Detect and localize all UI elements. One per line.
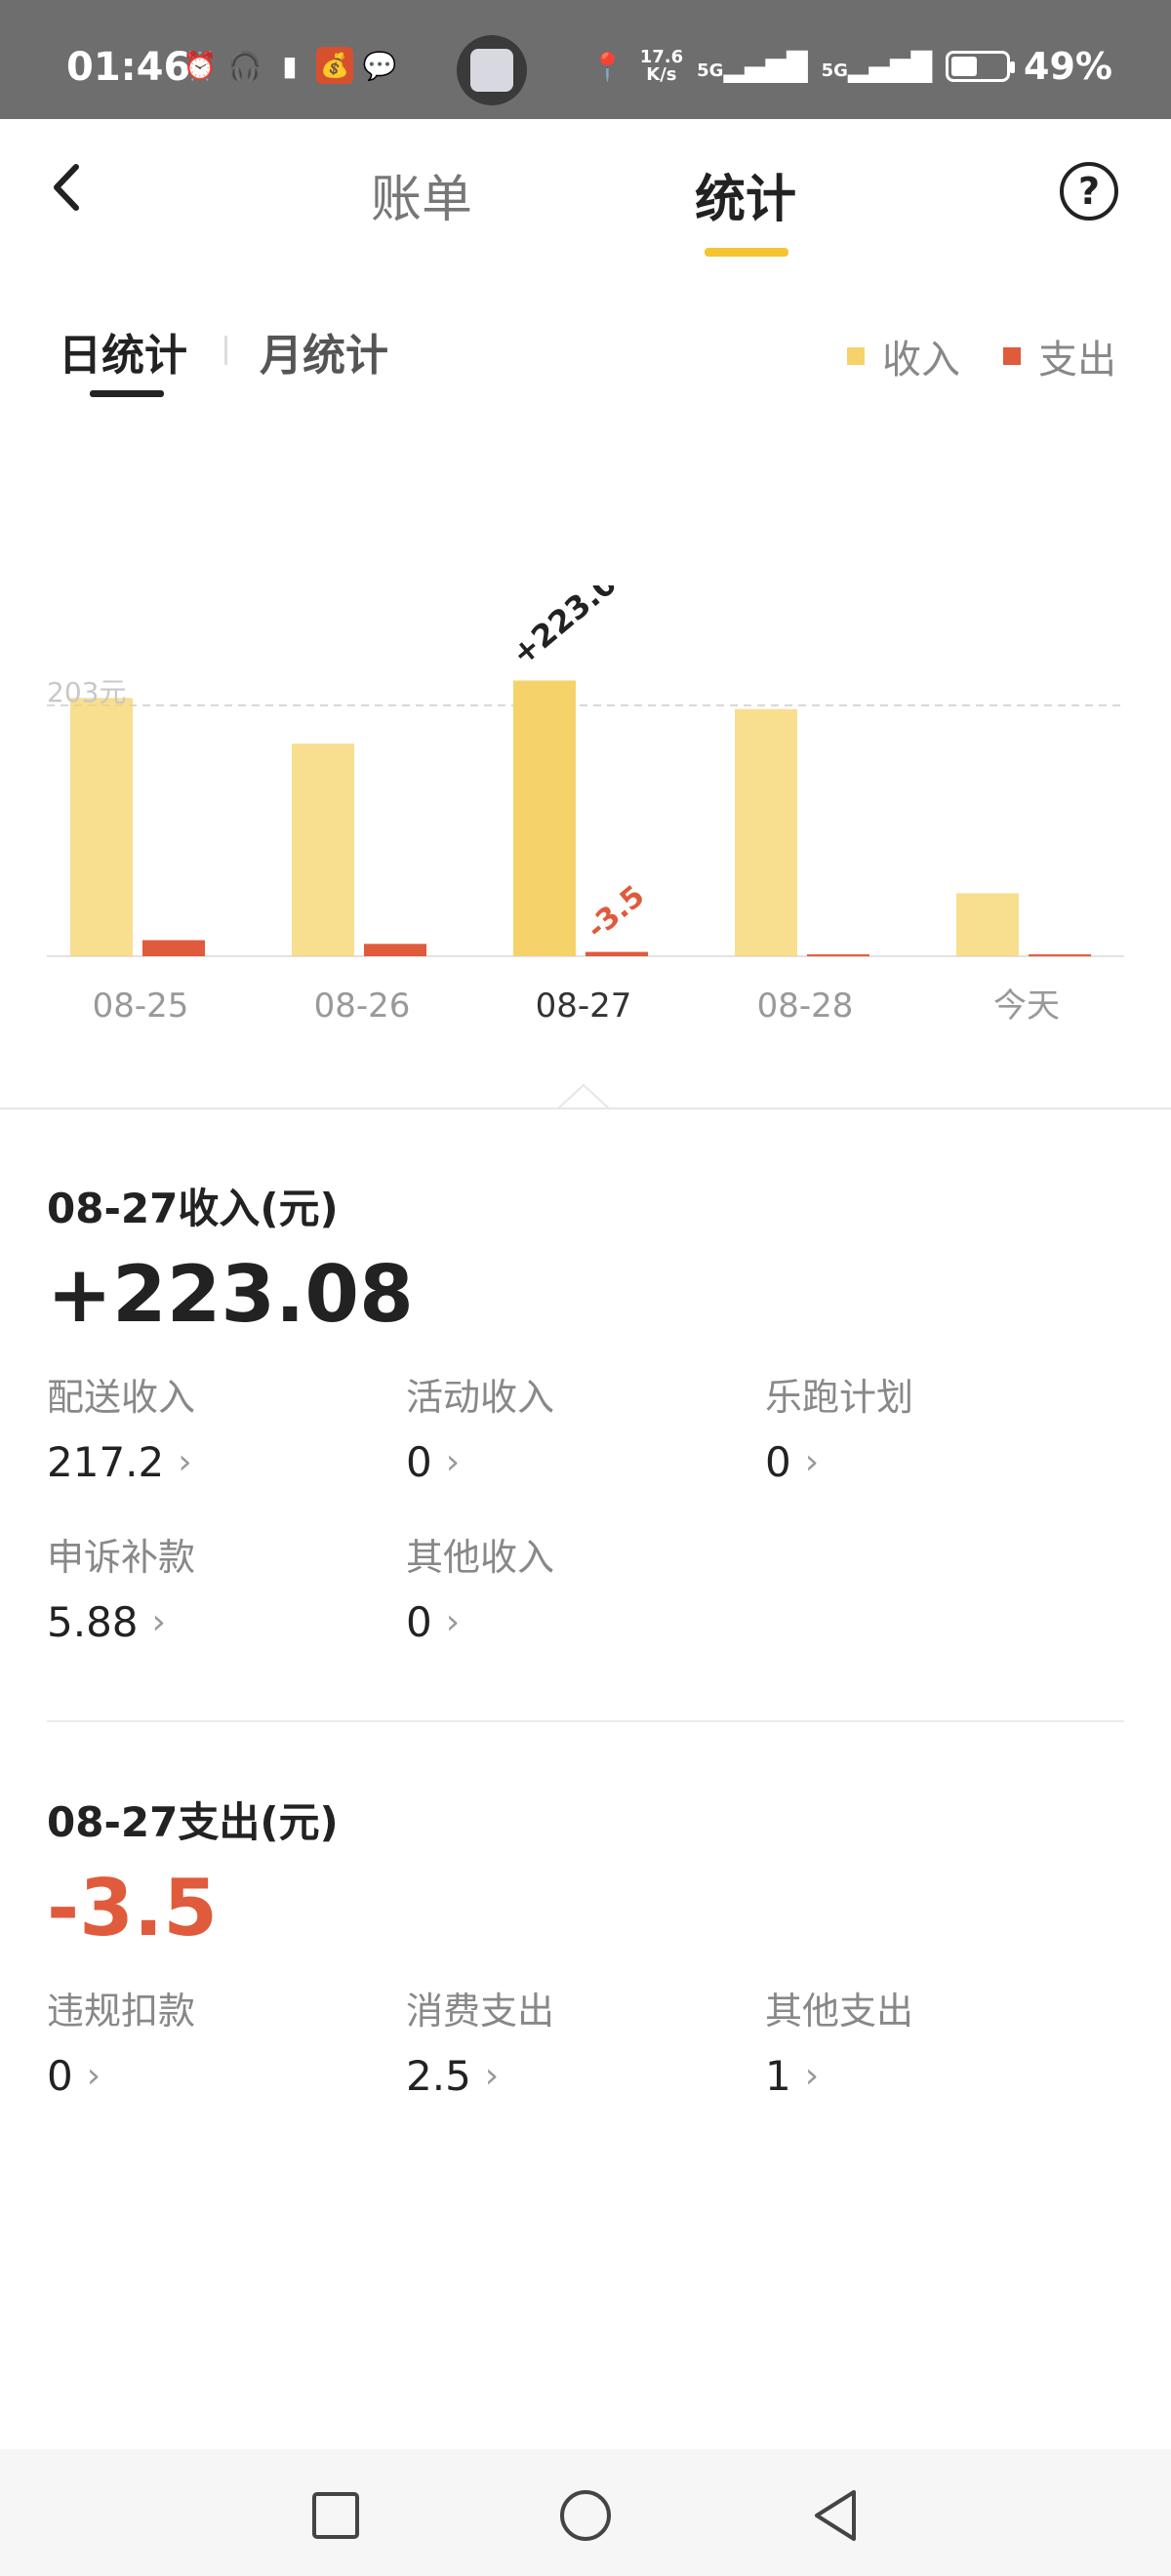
chevron-right-icon: › (445, 1602, 461, 1642)
income-item-activity[interactable]: 活动收入 0 › (406, 1367, 765, 1486)
expense-item-other[interactable]: 其他支出 1 › (765, 1981, 1124, 2100)
chevron-right-icon: › (86, 2056, 101, 2096)
expense-bar-今天 (1029, 954, 1091, 957)
legend-income: 收入 (847, 328, 960, 384)
square-icon (312, 2492, 359, 2539)
battery-percent: 49% (1024, 45, 1112, 88)
expense-item-consumption[interactable]: 消费支出 2.5 › (406, 1981, 765, 2100)
income-bar-今天 (956, 893, 1019, 956)
income-bar-08-25 (70, 698, 133, 956)
alarm-icon: ⏰ (182, 49, 218, 82)
circle-icon (560, 2490, 611, 2541)
selected-income-label: +223.08 (505, 585, 641, 673)
status-time: 01:46 (66, 45, 191, 90)
chart-legend: 收入 支出 (822, 328, 1116, 384)
legend-income-swatch (847, 347, 865, 365)
subtabs: 日统计 月统计 收入 支出 (0, 314, 1171, 402)
help-icon: ? (1077, 170, 1101, 213)
system-nav-bar (0, 2449, 1171, 2576)
legend-expense-swatch (1003, 347, 1021, 365)
expense-bar-08-27 (586, 951, 648, 956)
legend-expense-label: 支出 (1038, 338, 1116, 382)
income-bar-08-28 (735, 708, 797, 956)
app-thumbnail (470, 49, 513, 92)
income-item-delivery[interactable]: 配送收入 217.2 › (47, 1367, 406, 1486)
x-tick-label: 08-25 (93, 986, 189, 1026)
income-title: 08-27收入(元) (47, 1185, 339, 1232)
status-right: 📍 17.6 K/s 5G▂▄▆█ 5G▂▄▆█ 49% (589, 45, 1112, 88)
chevron-right-icon: › (484, 2056, 500, 2096)
expense-breakdown: 违规扣款 0 › 消费支出 2.5 › 其他支出 1 › (47, 1981, 1124, 2100)
expense-item-violation[interactable]: 违规扣款 0 › (47, 1981, 406, 2100)
subtab-monthly[interactable]: 月统计 (260, 320, 388, 382)
expense-bar-08-26 (364, 944, 426, 956)
x-tick-label: 今天 (993, 986, 1060, 1026)
chevron-right-icon: › (804, 1442, 820, 1482)
signal-icon-1: 5G▂▄▆█ (697, 50, 808, 83)
chevron-left-icon (54, 164, 79, 211)
chart-svg: 08-25 08-26 08-27 +223.08 -3.5 08-28 今天 203元 (47, 550, 1124, 1026)
battery-fill (951, 57, 978, 76)
nav-back-button[interactable] (806, 2486, 865, 2545)
income-item-run-plan[interactable]: 乐跑计划 0 › (765, 1367, 1124, 1486)
subtab-active-indicator (90, 390, 164, 397)
net-speed: 17.6 K/s (639, 47, 684, 85)
x-tick-label: 08-28 (757, 986, 854, 1026)
chevron-right-icon: › (445, 1442, 461, 1482)
tab-bill[interactable]: 账单 (371, 158, 472, 231)
status-bar: 01:46 ⏰ 🎧 ▮ 💰 💬 📍 17.6 K/s 5G▂▄▆█ 5G▂▄▆█… (0, 0, 1171, 119)
daily-bar-chart[interactable]: 08-25 08-26 08-27 +223.08 -3.5 08-28 今天 203元 (0, 550, 1171, 1112)
battery-icon (946, 51, 1016, 82)
tab-stats[interactable]: 统计 (695, 158, 796, 231)
selected-day-pointer (558, 1083, 609, 1108)
income-total: +223.08 (47, 1249, 414, 1340)
recent-apps-button[interactable] (306, 2486, 365, 2545)
legend-income-label: 收入 (882, 338, 960, 382)
subtab-separator (224, 336, 227, 365)
income-item-other[interactable]: 其他收入 0 › (406, 1527, 765, 1646)
subtab-daily[interactable]: 日统计 (59, 320, 187, 382)
triangle-back-icon (815, 2490, 856, 2541)
expense-total: -3.5 (47, 1863, 218, 1953)
tab-active-indicator (705, 248, 788, 257)
expense-bar-08-25 (142, 940, 205, 956)
legend-expense: 支出 (1003, 328, 1116, 384)
x-tick-label: 08-26 (314, 986, 411, 1026)
expense-bar-08-28 (807, 954, 869, 957)
reference-label: 203元 (47, 676, 126, 708)
location-icon: 📍 (590, 50, 626, 83)
selected-expense-label: -3.5 (581, 879, 652, 946)
income-breakdown: 配送收入 217.2 › 活动收入 0 › 乐跑计划 0 › 申诉补款 5.88 › 其… (47, 1367, 1124, 1646)
divider (0, 1107, 1171, 1109)
chevron-right-icon: › (804, 2056, 820, 2096)
chevron-right-icon: › (178, 1442, 192, 1482)
signal-icon-2: 5G▂▄▆█ (821, 50, 933, 83)
expense-title: 08-27支出(元) (47, 1798, 339, 1846)
income-bar-08-26 (292, 744, 354, 956)
x-tick-label: 08-27 (536, 986, 632, 1026)
home-button[interactable] (556, 2486, 615, 2545)
notification-icons: ⏰ 🎧 ▮ 💰 💬 (182, 47, 398, 84)
expense-section: 08-27支出(元) -3.5 违规扣款 0 › 消费支出 2.5 › 其他支出 1… (47, 1790, 1124, 2100)
headphones-icon: 🎧 (227, 49, 262, 82)
help-button[interactable]: ? (1060, 162, 1118, 221)
income-section: 08-27收入(元) +223.08 配送收入 217.2 › 活动收入 0 › 乐… (47, 1176, 1124, 1646)
money-bag-icon: 💰 (316, 47, 353, 84)
wechat-icon: 💬 (362, 49, 397, 82)
floating-app-icon[interactable] (457, 35, 527, 105)
income-bar-08-27 (513, 680, 576, 956)
header: 账单 统计 ? (0, 119, 1171, 265)
chevron-right-icon: › (151, 1602, 166, 1642)
divider (47, 1720, 1124, 1722)
battery-small-icon: ▮ (282, 49, 298, 82)
income-item-appeal[interactable]: 申诉补款 5.88 › (47, 1527, 406, 1646)
back-button[interactable] (37, 158, 96, 217)
